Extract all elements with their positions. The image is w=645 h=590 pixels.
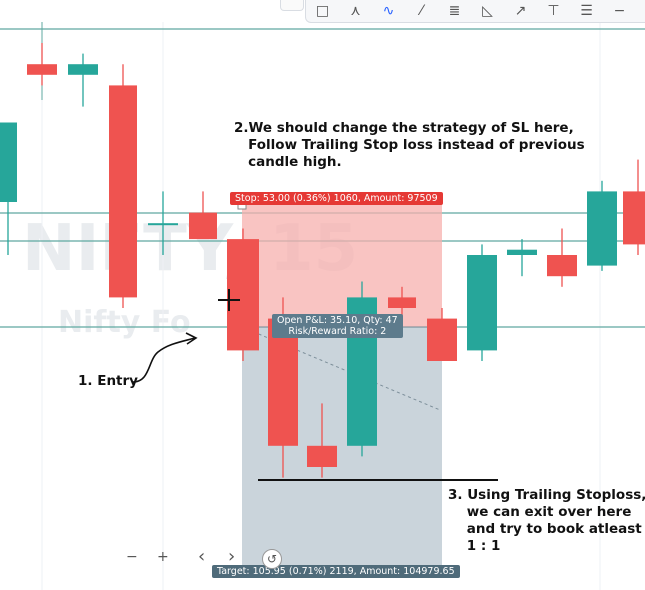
chart-screenshot: NIFTY, 15 Nifty Fo □ ⋏ ∿ ⁄ ≣ ◺ ↗ ⊤ ☰ − 1. Entry 2… (0, 0, 645, 590)
entry-arrow (132, 337, 196, 383)
fib-icon[interactable]: ☰ (570, 0, 603, 22)
arrow-line-icon[interactable]: ↗ (504, 0, 537, 22)
candle-body-10 (388, 297, 416, 308)
note-entry: 1. Entry (78, 373, 138, 389)
candle-body-5 (189, 212, 217, 240)
candle-body-2 (68, 64, 98, 75)
line-icon[interactable]: ⁄ (405, 0, 438, 22)
brush-icon[interactable]: ∿ (372, 0, 405, 22)
note-trailing-sl: 2.We should change the strategy of SL he… (234, 120, 585, 170)
risk-reward-text: Risk/Reward Ratio: 2 (288, 326, 387, 337)
open-pl-label[interactable]: Open P&L: 35.10, Qty: 47 Risk/Reward Rat… (272, 314, 403, 338)
drawing-toolbar: □ ⋏ ∿ ⁄ ≣ ◺ ↗ ⊤ ☰ − (305, 0, 645, 23)
scroll-left-button[interactable]: ‹ (198, 546, 205, 567)
candle-body-16 (623, 191, 645, 245)
candle-body-6 (227, 239, 259, 351)
open-pl-text: Open P&L: 35.10, Qty: 47 (277, 315, 398, 326)
zoom-out-button[interactable]: − (126, 549, 138, 565)
candle-body-11 (427, 318, 457, 361)
candle-body-14 (547, 255, 577, 277)
zoom-in-button[interactable]: + (157, 549, 169, 565)
parallel-lines-icon[interactable]: ≣ (438, 0, 471, 22)
scroll-right-button[interactable]: › (228, 546, 235, 567)
candle-body-1 (27, 64, 57, 75)
rectangle-icon[interactable]: □ (306, 0, 339, 22)
toolbar-handle[interactable] (280, 0, 304, 11)
candle-body-3 (109, 85, 137, 298)
anchor-icon[interactable]: ⊤ (537, 0, 570, 22)
candle-body-0 (0, 122, 17, 202)
candle-body-4 (148, 223, 178, 226)
target-label[interactable]: Target: 105.95 (0.71%) 2119, Amount: 104… (212, 565, 460, 578)
candle-body-12 (467, 255, 497, 351)
stop-label[interactable]: Stop: 53.00 (0.36%) 1060, Amount: 97509 (230, 192, 443, 205)
candle-body-8 (307, 445, 337, 467)
triangle-icon[interactable]: ◺ (471, 0, 504, 22)
minus-icon[interactable]: − (603, 0, 636, 22)
candle-body-15 (587, 191, 617, 266)
note-exit: 3. Using Trailing Stoploss, we can exit … (448, 487, 645, 554)
path-icon[interactable]: ⋏ (339, 0, 372, 22)
reset-chart-button[interactable]: ↺ (262, 549, 282, 569)
candle-body-13 (507, 249, 537, 255)
